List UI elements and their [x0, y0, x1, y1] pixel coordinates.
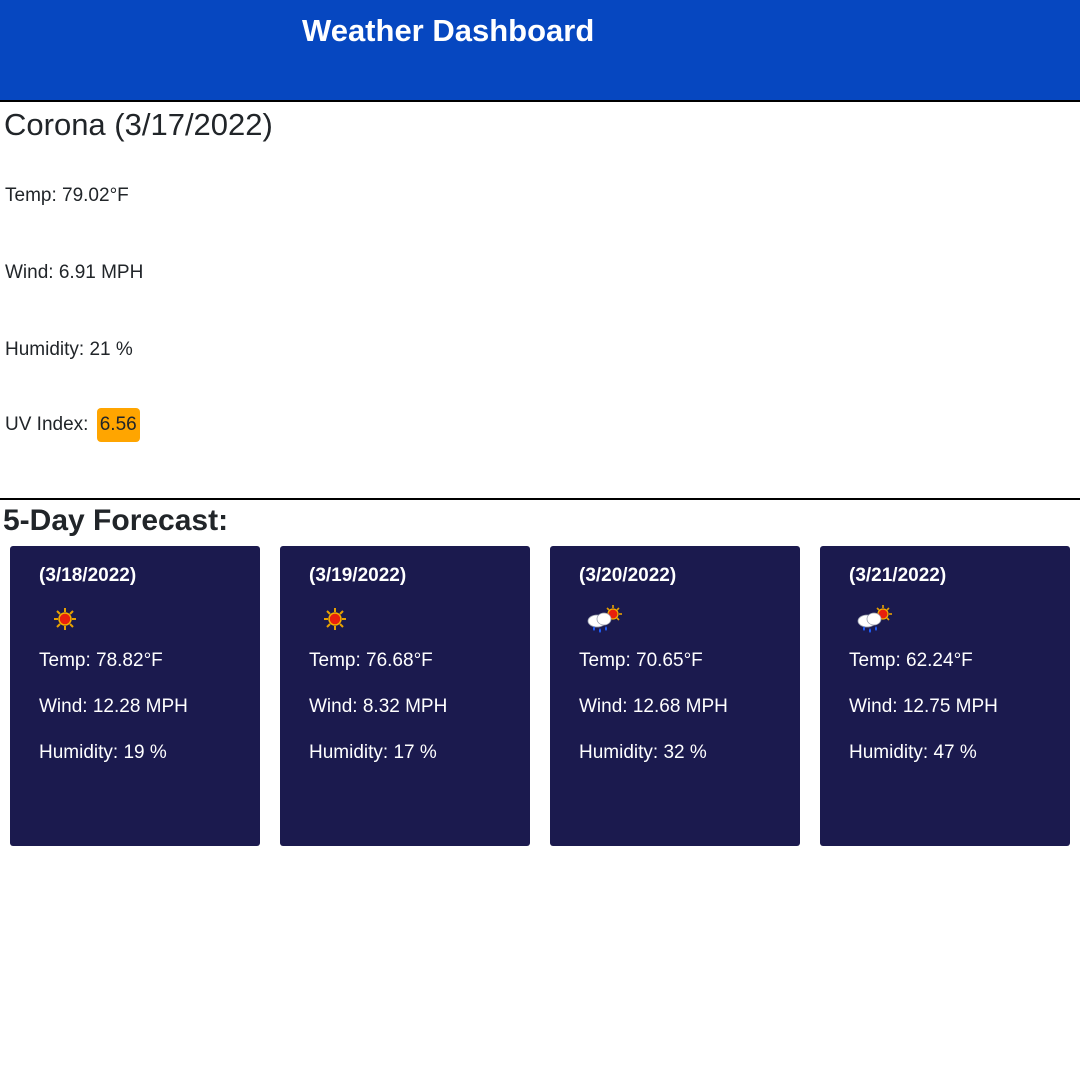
current-temp: Temp: 79.02°F [5, 185, 129, 206]
forecast-date: (3/18/2022) [39, 565, 137, 586]
forecast-wind: Wind: 12.68 MPH [579, 696, 728, 717]
current-wind: Wind: 6.91 MPH [5, 262, 144, 283]
uv-index-badge: 6.56 [96, 408, 140, 442]
forecast-humidity: Humidity: 19 % [39, 742, 167, 763]
forecast-card: (3/20/2022) Temp: 70.65°F Wind: 12.68 MP… [550, 546, 800, 846]
forecast-humidity: Humidity: 32 % [579, 742, 707, 763]
uv-index-label: UV Index: [5, 414, 89, 435]
sun-rain-cloud-icon [587, 605, 622, 633]
current-weather-panel: Corona (3/17/2022) Temp: 79.02°F Wind: 6… [0, 102, 1080, 500]
forecast-date: (3/20/2022) [579, 565, 677, 586]
forecast-date: (3/19/2022) [309, 565, 407, 586]
forecast-temp: Temp: 78.82°F [39, 650, 163, 671]
forecast-humidity: Humidity: 47 % [849, 742, 977, 763]
forecast-humidity: Humidity: 17 % [309, 742, 437, 763]
forecast-card: (3/19/2022) Temp: 76.68°F Wind: 8.32 MPH… [280, 546, 530, 846]
forecast-temp: Temp: 76.68°F [309, 650, 433, 671]
forecast-cards: (3/18/2022) Temp: 78.82°F Wind: 12.28 MP… [10, 546, 1080, 846]
forecast-temp: Temp: 62.24°F [849, 650, 973, 671]
page-title: Weather Dashboard [302, 13, 595, 48]
sun-icon [324, 608, 346, 630]
header-bar: Weather Dashboard [0, 0, 1080, 102]
forecast-wind: Wind: 12.28 MPH [39, 696, 188, 717]
forecast-card: (3/18/2022) Temp: 78.82°F Wind: 12.28 MP… [10, 546, 260, 846]
city-date-heading: Corona (3/17/2022) [4, 107, 273, 142]
forecast-card: (3/21/2022) Temp: 62.24°F Wind: 12.75 MP… [820, 546, 1070, 846]
forecast-temp: Temp: 70.65°F [579, 650, 703, 671]
forecast-date: (3/21/2022) [849, 565, 947, 586]
forecast-wind: Wind: 8.32 MPH [309, 696, 448, 717]
sun-icon [54, 608, 76, 630]
current-humidity: Humidity: 21 % [5, 339, 133, 360]
current-uv-index: UV Index: 6.56 [5, 408, 140, 442]
forecast-heading: 5-Day Forecast: [3, 504, 229, 537]
sun-rain-cloud-icon [857, 605, 892, 633]
forecast-wind: Wind: 12.75 MPH [849, 696, 998, 717]
